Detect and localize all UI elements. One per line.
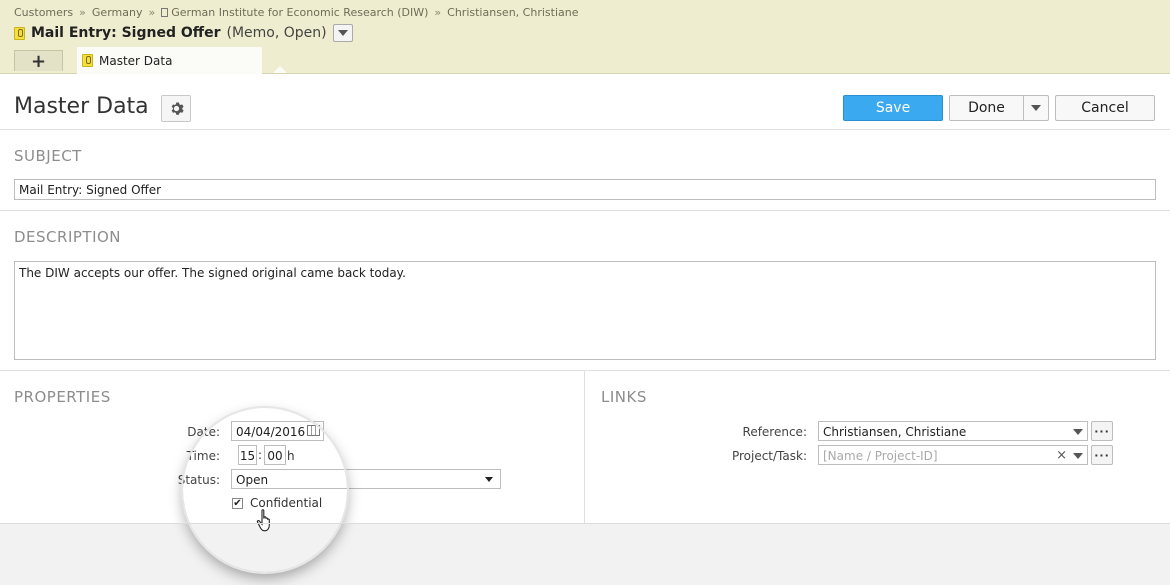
properties-heading: PROPERTIES bbox=[14, 388, 111, 406]
reference-more-button[interactable]: ··· bbox=[1091, 421, 1113, 441]
status-value: Open bbox=[236, 473, 269, 487]
reference-select[interactable]: Christiansen, Christiane bbox=[818, 421, 1088, 441]
settings-button[interactable] bbox=[161, 95, 191, 122]
chevron-down-icon bbox=[1073, 429, 1083, 435]
tab-master-data[interactable]: Master Data bbox=[77, 47, 262, 74]
date-input[interactable]: 04/04/2016 bbox=[231, 421, 324, 441]
record-menu-button[interactable] bbox=[332, 24, 353, 42]
column-divider bbox=[584, 371, 585, 523]
record-title-text: Mail Entry: Signed Offer bbox=[31, 25, 221, 41]
chevron-down-icon bbox=[1031, 105, 1041, 111]
memo-icon bbox=[14, 26, 25, 40]
description-heading: DESCRIPTION bbox=[14, 228, 122, 246]
calendar-icon[interactable] bbox=[307, 425, 320, 436]
links-heading: LINKS bbox=[601, 388, 647, 406]
date-value: 04/04/2016 bbox=[236, 425, 306, 439]
breadcrumb-contact[interactable]: Christiansen, Christiane bbox=[447, 6, 578, 19]
page-title: Master Data bbox=[14, 94, 149, 119]
breadcrumb-separator: » bbox=[79, 6, 86, 19]
time-unit: h bbox=[287, 449, 295, 463]
chevron-down-icon bbox=[1073, 453, 1083, 459]
breadcrumb-germany[interactable]: Germany bbox=[92, 6, 143, 19]
project-label: Project/Task: bbox=[731, 449, 807, 463]
breadcrumb-company[interactable]: German Institute for Economic Research (… bbox=[171, 6, 428, 19]
company-icon bbox=[161, 8, 169, 17]
record-title: Mail Entry: Signed Offer (Memo, Open) bbox=[14, 24, 353, 42]
divider bbox=[0, 370, 1170, 371]
divider bbox=[0, 129, 1170, 130]
chevron-down-icon bbox=[485, 477, 493, 482]
add-tab-button[interactable]: + bbox=[14, 50, 63, 72]
record-title-meta: (Memo, Open) bbox=[226, 25, 327, 41]
time-minute-input[interactable]: 00 bbox=[264, 445, 286, 465]
chevron-down-icon bbox=[337, 30, 348, 36]
done-button[interactable]: Done bbox=[949, 95, 1024, 121]
date-label: Date: bbox=[187, 425, 220, 439]
header-bar: Customers » Germany » German Institute for E… bbox=[0, 0, 1170, 74]
tab-label: Master Data bbox=[99, 53, 173, 68]
tab-pointer-icon bbox=[273, 66, 287, 73]
breadcrumb-separator: » bbox=[148, 6, 156, 19]
time-separator: : bbox=[258, 448, 263, 462]
done-menu-button[interactable] bbox=[1023, 95, 1049, 121]
breadcrumb-customers[interactable]: Customers bbox=[14, 6, 73, 19]
cancel-button[interactable]: Cancel bbox=[1055, 95, 1155, 121]
subject-input[interactable]: Mail Entry: Signed Offer bbox=[14, 179, 1156, 200]
status-select[interactable]: Open bbox=[231, 469, 501, 489]
clear-icon[interactable]: × bbox=[1056, 448, 1067, 463]
breadcrumb-separator: » bbox=[434, 6, 442, 19]
time-hour-input[interactable]: 15 bbox=[238, 445, 257, 465]
confidential-checkbox[interactable]: ✔ bbox=[232, 498, 243, 509]
status-label: Status: bbox=[177, 473, 220, 487]
project-more-button[interactable]: ··· bbox=[1091, 445, 1113, 465]
divider bbox=[0, 210, 1170, 211]
breadcrumb: Customers » Germany » German Institute for E… bbox=[14, 6, 578, 19]
description-textarea[interactable]: The DIW accepts our offer. The signed or… bbox=[14, 261, 1156, 360]
memo-icon bbox=[82, 54, 93, 67]
hand-cursor-icon bbox=[256, 509, 270, 532]
project-input[interactable]: [Name / Project-ID] × bbox=[818, 445, 1088, 465]
subject-heading: SUBJECT bbox=[14, 147, 82, 165]
reference-value: Christiansen, Christiane bbox=[823, 425, 967, 439]
divider bbox=[0, 523, 1170, 524]
gear-icon bbox=[171, 102, 184, 115]
reference-label: Reference: bbox=[742, 425, 807, 439]
project-placeholder: [Name / Project-ID] bbox=[823, 449, 938, 463]
time-label: Time: bbox=[186, 449, 220, 463]
save-button[interactable]: Save bbox=[843, 95, 943, 121]
